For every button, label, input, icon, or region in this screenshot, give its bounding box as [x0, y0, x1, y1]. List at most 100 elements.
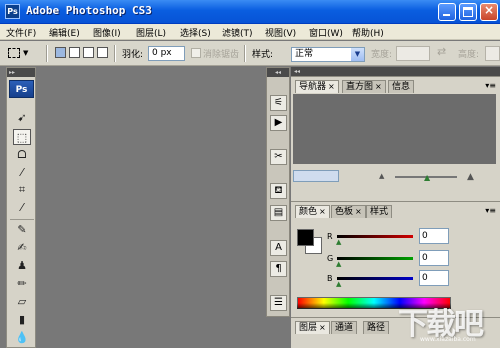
feather-label: 羽化: — [122, 50, 144, 60]
menu-window[interactable]: 窗口(W) — [309, 26, 343, 39]
photoshop-app-icon[interactable]: Ps — [5, 4, 20, 19]
marquee-tool-icon[interactable]: ⬚ — [13, 129, 31, 145]
height-input[interactable] — [485, 46, 500, 61]
swap-icon[interactable]: ⇄ — [437, 45, 446, 58]
menu-layer[interactable]: 图层(L) — [136, 26, 166, 39]
green-slider[interactable] — [337, 257, 413, 260]
eyedropper-tool-icon[interactable]: ⁄ — [13, 200, 31, 216]
green-slider-thumb[interactable]: ▲ — [336, 260, 341, 268]
expand-dock-icon[interactable]: ◂◂ — [267, 68, 289, 77]
move-tool-icon[interactable]: ➹ — [13, 110, 31, 126]
red-channel-label: R — [327, 232, 333, 241]
menu-filter[interactable]: 滤镜(T) — [222, 26, 253, 39]
tool-presets-panel-icon[interactable]: ✂ — [270, 149, 287, 165]
style-select[interactable]: 正常 ▼ — [291, 47, 365, 62]
tab-swatches[interactable]: 色板 × — [331, 205, 366, 218]
red-slider[interactable] — [337, 235, 413, 238]
title-bar: Ps Adobe Photoshop CS3 × — [0, 0, 500, 24]
dropdown-arrow-icon: ▼ — [23, 49, 29, 57]
intersect-selection-button[interactable] — [97, 47, 108, 58]
toolbox: ▸▸ Ps ➹ ⬚ ᗝ ⁄ ⌗ ⁄ ✎ ✍ ♟ ✏ ▱ ▮ 💧 — [6, 67, 36, 348]
magic-wand-tool-icon[interactable]: ⁄ — [13, 165, 31, 181]
clone-source-panel-icon[interactable]: ▤ — [270, 205, 287, 221]
blue-slider[interactable] — [337, 277, 413, 280]
paragraph-panel-icon[interactable]: ¶ — [270, 261, 287, 277]
close-icon[interactable]: × — [375, 82, 382, 91]
navigator-preview[interactable] — [293, 94, 496, 164]
feather-input[interactable]: 0 px — [148, 46, 185, 61]
marquee-icon — [8, 48, 20, 58]
tab-info[interactable]: 信息 — [388, 80, 415, 93]
green-value-input[interactable]: 0 — [419, 250, 449, 266]
blue-channel-label: B — [327, 274, 333, 283]
blur-tool-icon[interactable]: 💧 — [13, 330, 31, 346]
minimize-button[interactable] — [438, 3, 456, 21]
eraser-tool-icon[interactable]: ▱ — [13, 294, 31, 310]
options-bar: ▼ 羽化: 0 px 消除锯齿 样式: 正常 ▼ 宽度: ⇄ 高度: — [0, 41, 500, 66]
zoom-in-icon[interactable]: ▲ — [467, 172, 474, 182]
tab-color[interactable]: 颜色 × — [295, 205, 330, 218]
panel-menu-icon[interactable]: ▾≡ — [485, 206, 496, 215]
style-select-value: 正常 — [295, 49, 314, 59]
menu-help[interactable]: 帮助(H) — [352, 26, 384, 39]
chevron-down-icon: ▼ — [351, 48, 364, 61]
menu-image[interactable]: 图像(I) — [93, 26, 121, 39]
foreground-color-swatch[interactable] — [297, 229, 314, 246]
gradient-tool-icon[interactable]: ▮ — [13, 312, 31, 328]
zoom-slider-thumb[interactable]: ▲ — [424, 173, 430, 182]
blue-value-input[interactable]: 0 — [419, 270, 449, 286]
notes-panel-icon[interactable]: ☰ — [270, 295, 287, 311]
ps-logo[interactable]: Ps — [9, 80, 34, 98]
navigator-footer: ▲ ▲ ▲ — [291, 166, 500, 188]
healing-brush-tool-icon[interactable]: ✎ — [13, 222, 31, 238]
antialias-label: 消除锯齿 — [203, 50, 240, 60]
close-icon[interactable]: × — [328, 82, 335, 91]
zoom-out-icon[interactable]: ▲ — [379, 172, 384, 180]
tab-styles[interactable]: 样式 — [366, 205, 393, 218]
close-icon[interactable]: × — [319, 207, 326, 216]
window-title: Adobe Photoshop CS3 — [26, 4, 152, 17]
red-slider-thumb[interactable]: ▲ — [336, 238, 341, 246]
close-button[interactable]: × — [480, 3, 498, 21]
menu-view[interactable]: 视图(V) — [265, 26, 296, 39]
tab-paths[interactable]: 路径 — [363, 321, 390, 334]
width-label: 宽度: — [371, 50, 393, 60]
panels-collapse-icon[interactable]: ◂◂ — [291, 67, 500, 76]
minimize-icon — [443, 14, 450, 16]
menu-file[interactable]: 文件(F) — [6, 26, 36, 39]
antialias-checkbox[interactable] — [191, 48, 201, 58]
tab-histogram[interactable]: 直方图 × — [342, 80, 386, 93]
new-selection-button[interactable] — [55, 47, 66, 58]
clone-stamp-tool-icon[interactable]: ♟ — [13, 258, 31, 274]
close-icon[interactable]: × — [355, 207, 362, 216]
tab-navigator[interactable]: 导航器 × — [295, 80, 339, 93]
green-channel-label: G — [327, 254, 334, 263]
character-panel-icon[interactable]: A — [270, 240, 287, 256]
history-brush-tool-icon[interactable]: ✏ — [13, 276, 31, 292]
add-to-selection-button[interactable] — [69, 47, 80, 58]
brushes-panel-icon[interactable]: ⚟ — [270, 95, 287, 111]
panel-menu-icon[interactable]: ▾≡ — [485, 81, 496, 90]
tool-divider — [10, 219, 34, 220]
tool-preset-picker[interactable]: ▼ — [6, 45, 28, 62]
close-icon[interactable]: × — [319, 323, 326, 332]
actions-panel-icon[interactable]: ▶ — [270, 115, 287, 131]
collapse-toolbox-icon[interactable]: ▸▸ — [7, 68, 35, 77]
site-watermark: 下载吧 www.xiazaiba.com — [392, 296, 500, 348]
red-value-input[interactable]: 0 — [419, 228, 449, 244]
width-input[interactable] — [396, 46, 430, 61]
menu-bar: 文件(F) 编辑(E) 图像(I) 图层(L) 选择(S) 滤镜(T) 视图(V… — [0, 24, 500, 40]
blue-slider-thumb[interactable]: ▲ — [336, 280, 341, 288]
crop-tool-icon[interactable]: ⌗ — [13, 182, 31, 198]
zoom-input[interactable] — [293, 170, 339, 182]
menu-edit[interactable]: 编辑(E) — [49, 26, 80, 39]
tab-layers[interactable]: 图层 × — [295, 321, 330, 334]
layer-comps-panel-icon[interactable]: ⛾ — [270, 183, 287, 199]
separator — [244, 45, 246, 62]
lasso-tool-icon[interactable]: ᗝ — [13, 147, 31, 163]
subtract-selection-button[interactable] — [83, 47, 94, 58]
maximize-button[interactable] — [459, 3, 477, 21]
tab-channels[interactable]: 通道 — [331, 321, 358, 334]
menu-select[interactable]: 选择(S) — [180, 26, 211, 39]
brush-tool-icon[interactable]: ✍ — [13, 240, 31, 256]
